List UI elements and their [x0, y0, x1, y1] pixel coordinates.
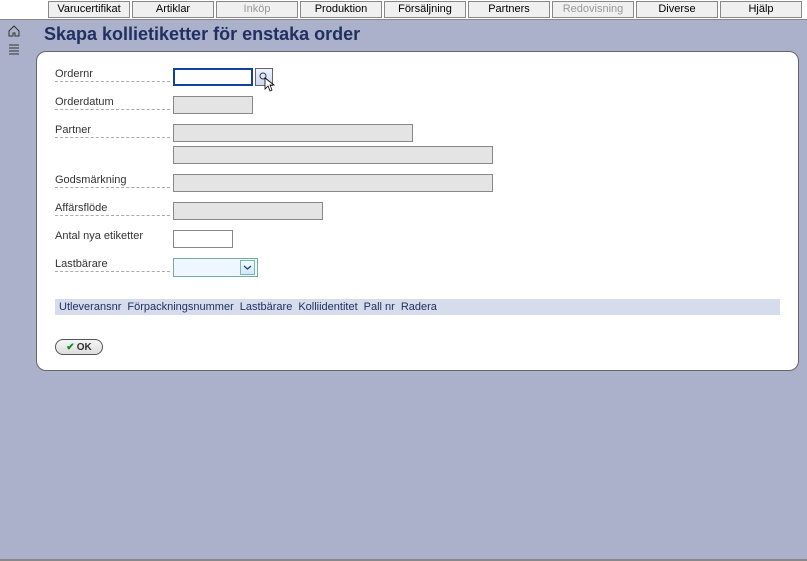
tab-varucertifikat[interactable]: Varucertifikat [48, 1, 130, 18]
tab-redovisning: Redovisning [552, 1, 634, 18]
page-title: Skapa kollietiketter för enstaka order [36, 20, 799, 51]
tab-partners[interactable]: Partners [468, 1, 550, 18]
lastbarare-dropdown[interactable] [173, 258, 258, 277]
th-forpackningsnummer: Förpackningsnummer [127, 301, 233, 313]
th-lastbarare: Lastbärare [240, 301, 293, 313]
ordernr-label: Ordernr [55, 68, 170, 82]
godsmarkning-field [173, 174, 493, 192]
ok-button[interactable]: ✔ OK [55, 339, 103, 355]
check-icon: ✔ [66, 342, 74, 353]
th-radera: Radera [401, 301, 437, 313]
lastbarare-label: Lastbärare [55, 258, 170, 272]
tab-inkop: Inköp [216, 1, 298, 18]
godsmarkning-label: Godsmärkning [55, 174, 170, 188]
ordernr-input[interactable] [173, 68, 253, 86]
sidebar [0, 20, 28, 561]
affarsflode-field [173, 202, 323, 220]
partner-label: Partner [55, 124, 170, 138]
chevron-down-icon [240, 260, 255, 275]
antal-input[interactable] [173, 230, 233, 248]
tab-diverse[interactable]: Diverse [636, 1, 718, 18]
tab-produktion[interactable]: Produktion [300, 1, 382, 18]
antal-label: Antal nya etiketter [55, 230, 170, 243]
affarsflode-label: Affärsflöde [55, 202, 170, 216]
home-icon[interactable] [7, 24, 21, 38]
tab-artiklar[interactable]: Artiklar [132, 1, 214, 18]
table-header-row: Utleveransnr Förpackningsnummer Lastbära… [55, 299, 780, 315]
th-utleveransnr: Utleveransnr [59, 301, 121, 313]
tab-forsaljning[interactable]: Försäljning [384, 1, 466, 18]
th-kolliidentitet: Kolliidentitet [298, 301, 357, 313]
orderdatum-field [173, 96, 253, 114]
partner-field-2 [173, 146, 493, 164]
form-panel: Ordernr Orderdatum Partner [36, 51, 799, 371]
top-tab-bar: Varucertifikat Artiklar Inköp Produktion… [0, 0, 807, 20]
list-icon[interactable] [8, 44, 20, 56]
partner-field-1 [173, 124, 413, 142]
th-pallnr: Pall nr [364, 301, 395, 313]
ok-label: OK [77, 342, 92, 353]
tab-hjalp[interactable]: Hjälp [720, 1, 802, 18]
orderdatum-label: Orderdatum [55, 96, 170, 110]
ordernr-lookup-button[interactable] [255, 68, 273, 86]
